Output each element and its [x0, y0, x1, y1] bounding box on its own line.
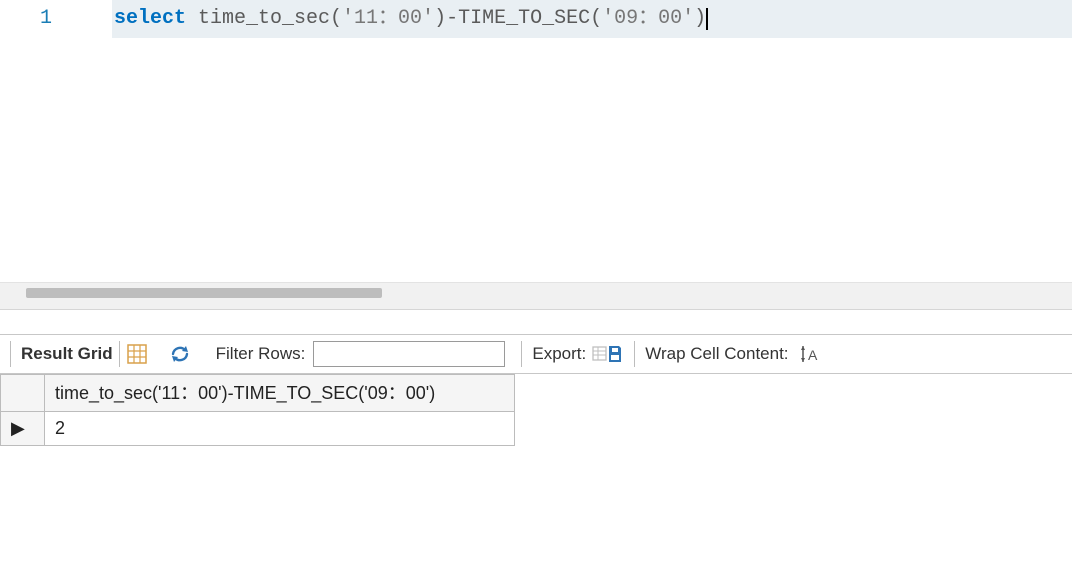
export-save-icon[interactable] [592, 343, 622, 365]
cell-value-text: 2 [55, 418, 65, 438]
separator [521, 341, 522, 367]
separator [119, 341, 120, 367]
string-literal-2: '09：00' [602, 7, 694, 31]
result-grid-panel: time_to_sec('11：00')-TIME_TO_SEC('09：00'… [0, 374, 1072, 577]
line-number: 1 [40, 7, 52, 30]
line-number-gutter: 1 [0, 7, 112, 31]
pane-gap [0, 310, 1072, 334]
row-pointer-icon: ▶ [11, 418, 25, 439]
table-row[interactable]: ▶ 2 [1, 412, 515, 446]
filter-rows-input[interactable] [313, 341, 505, 367]
wrap-cell-icon[interactable]: A [799, 343, 821, 365]
text-cursor [706, 8, 708, 30]
separator [10, 341, 11, 367]
filter-rows-label: Filter Rows: [216, 344, 306, 364]
results-toolbar: Result Grid Filter Rows: Export: [0, 334, 1072, 374]
column-header-text: time_to_sec('11：00')-TIME_TO_SEC('09：00'… [55, 383, 435, 403]
result-grid-label: Result Grid [21, 344, 113, 364]
row-header-blank [1, 375, 45, 412]
grid-icon[interactable] [126, 343, 148, 365]
separator [634, 341, 635, 367]
keyword-select: select [114, 7, 186, 31]
code-seg-1: time_to_sec( [186, 7, 342, 31]
refresh-icon[interactable] [168, 343, 192, 365]
code-seg-3: ) [694, 7, 706, 31]
cell-value[interactable]: 2 [45, 412, 515, 446]
export-label: Export: [532, 344, 586, 364]
pane-divider[interactable] [0, 282, 1072, 310]
result-table[interactable]: time_to_sec('11：00')-TIME_TO_SEC('09：00'… [0, 374, 515, 446]
editor-line: 1 select time_to_sec('11：00')-TIME_TO_SE… [0, 0, 1072, 38]
code-seg-2: )-TIME_TO_SEC( [434, 7, 602, 31]
column-header[interactable]: time_to_sec('11：00')-TIME_TO_SEC('09：00'… [45, 375, 515, 412]
hscroll-track[interactable] [26, 288, 1072, 298]
hscroll-thumb[interactable] [26, 288, 382, 298]
sql-editor[interactable]: 1 select time_to_sec('11：00')-TIME_TO_SE… [0, 0, 1072, 282]
svg-text:A: A [808, 347, 818, 363]
table-header-row: time_to_sec('11：00')-TIME_TO_SEC('09：00'… [1, 375, 515, 412]
row-pointer-cell: ▶ [1, 412, 45, 446]
code-text[interactable]: select time_to_sec('11：00')-TIME_TO_SEC(… [112, 0, 1072, 38]
string-literal-1: '11：00' [342, 7, 434, 31]
wrap-cell-label: Wrap Cell Content: [645, 344, 788, 364]
